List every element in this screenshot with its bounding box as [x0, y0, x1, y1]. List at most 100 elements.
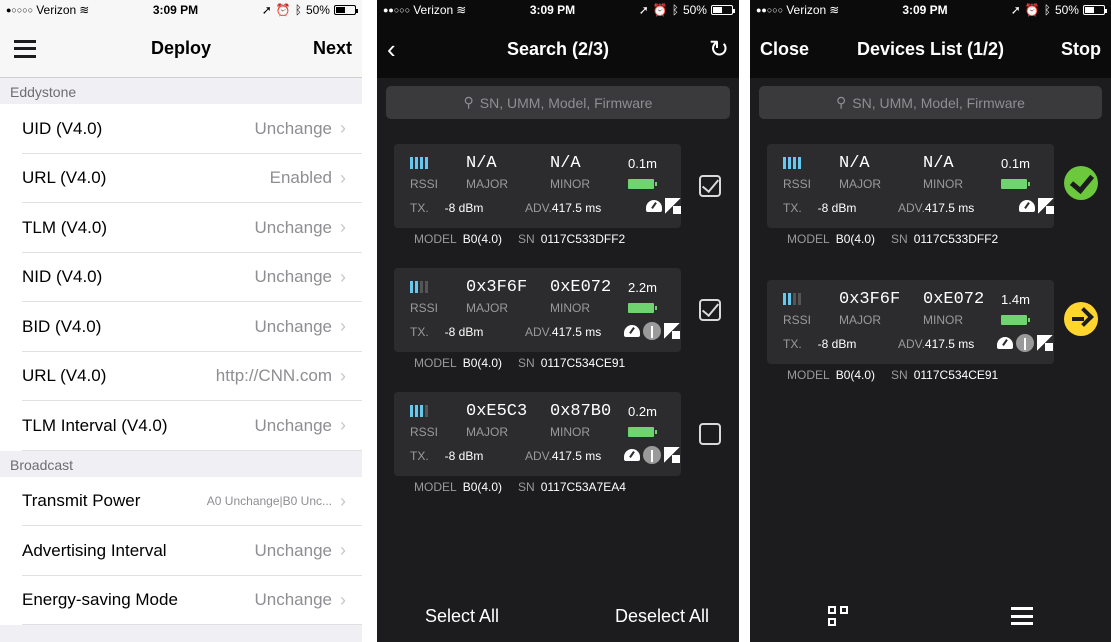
- adv-label: ADV.: [898, 201, 925, 215]
- row-label: TLM Interval (V4.0): [22, 415, 168, 435]
- battery-percent: 50%: [682, 3, 707, 17]
- row-value: A0 Unchange|B0 Unc...: [206, 494, 332, 509]
- tx-label: TX.: [410, 449, 429, 463]
- adv-label: ADV.: [525, 201, 552, 215]
- settings-row[interactable]: URL (V4.0) http://CNN.com ›: [0, 352, 362, 402]
- status-icons: [997, 334, 1053, 352]
- expand-icon: [1038, 198, 1054, 214]
- tx-power: TX. -8 dBm: [410, 201, 483, 215]
- model-value: B0(4.0): [462, 480, 503, 494]
- device-item[interactable]: 0xE5C3 0x87B0 0.2m RSSI MAJOR MINOR TX. -8 dBm A…: [394, 392, 734, 494]
- bottom-toolbar: [750, 590, 1111, 642]
- back-chevron-icon[interactable]: ‹: [387, 34, 396, 65]
- rssi-label: RSSI: [410, 301, 439, 315]
- adv-interval: ADV.417.5 ms: [525, 325, 601, 339]
- row-value: Unchange: [254, 415, 332, 435]
- tx-label: TX.: [410, 201, 429, 215]
- device-card: 0x3F6F 0xE072 1.4m RSSI MAJOR MINOR TX. -8 dBm A…: [767, 280, 1054, 364]
- search-input[interactable]: ⚲ SN, UMM, Model, Firmware: [759, 86, 1102, 119]
- device-item[interactable]: N/A N/A 0.1m RSSI MAJOR MINOR TX. -8 dBm ADV.417…: [394, 144, 734, 246]
- alarm-icon: ⏰: [275, 3, 291, 17]
- tx-label: TX.: [410, 325, 429, 339]
- row-label: URL (V4.0): [22, 366, 107, 386]
- sn-value: 0117C533DFF2: [540, 232, 626, 246]
- carrier-name: Verizon: [36, 3, 77, 17]
- bluetooth-icon: ᛒ: [294, 3, 302, 17]
- major-value: 0x3F6F: [839, 290, 901, 309]
- device-checkbox[interactable]: [699, 175, 721, 197]
- device-card: N/A N/A 0.1m RSSI MAJOR MINOR TX. -8 dBm ADV.417…: [394, 144, 681, 228]
- chevron-right-icon: ›: [340, 589, 346, 610]
- settings-row[interactable]: URL (V4.0) Enabled ›: [0, 154, 362, 204]
- expand-icon: [1037, 335, 1053, 351]
- status-icons: [624, 322, 680, 340]
- distance-value: 0.1m: [628, 156, 657, 171]
- settings-row[interactable]: NID (V4.0) Unchange ›: [0, 253, 362, 303]
- stop-button[interactable]: Stop: [1061, 39, 1101, 60]
- tx-power: TX. -8 dBm: [410, 325, 483, 339]
- battery-icon: [710, 5, 735, 15]
- close-button[interactable]: Close: [760, 39, 809, 60]
- search-screen: ●●○○○ Verizon ≋ 3:09 PM ➚ ⏰ ᛒ 50% ‹ Search (2…: [377, 0, 739, 642]
- bottom-toolbar: Select All Deselect All: [377, 590, 739, 642]
- settings-row[interactable]: Energy-saving Mode Unchange ›: [0, 576, 362, 626]
- settings-row[interactable]: Transmit Power A0 Unchange|B0 Unc... ›: [0, 477, 362, 527]
- adv-value: 417.5 ms: [551, 325, 602, 339]
- device-checkbox[interactable]: [699, 423, 721, 445]
- minor-label: MINOR: [923, 313, 963, 327]
- settings-row[interactable]: BID (V4.0) Unchange ›: [0, 302, 362, 352]
- search-icon: ⚲: [836, 94, 847, 110]
- tx-value: -8 dBm: [444, 201, 484, 215]
- search-input[interactable]: ⚲ SN, UMM, Model, Firmware: [386, 86, 730, 119]
- settings-row[interactable]: UID (V4.0) Unchange ›: [0, 104, 362, 154]
- minor-label: MINOR: [550, 177, 590, 191]
- distance-value: 1.4m: [1001, 292, 1030, 307]
- model-label: MODEL: [414, 480, 457, 494]
- adv-label: ADV.: [525, 325, 552, 339]
- settings-row[interactable]: Advertising Interval Unchange ›: [0, 526, 362, 576]
- sn-label: SN: [891, 232, 908, 246]
- select-all-button[interactable]: Select All: [425, 606, 499, 627]
- signal-strength-icon: [410, 281, 428, 293]
- device-meta: MODEL B0(4.0) SN 0117C533DFF2: [414, 232, 625, 246]
- major-label: MAJOR: [466, 301, 508, 315]
- wifi-icon: ≋: [79, 3, 90, 17]
- row-value: Enabled: [269, 168, 332, 188]
- settings-group: UID (V4.0) Unchange › URL (V4.0) Enabled › TLM…: [0, 104, 362, 451]
- model-value: B0(4.0): [462, 356, 503, 370]
- nav-bar: Close Devices List (1/2) Stop: [750, 20, 1111, 78]
- expand-icon: [664, 447, 680, 463]
- antenna-icon: [1016, 334, 1034, 352]
- gauge-icon: [646, 200, 662, 212]
- deselect-all-button[interactable]: Deselect All: [615, 606, 709, 627]
- menu-icon[interactable]: [1011, 607, 1033, 625]
- menu-icon[interactable]: [14, 39, 36, 58]
- settings-row[interactable]: TLM (V4.0) Unchange ›: [0, 203, 362, 253]
- major-value: N/A: [466, 154, 497, 173]
- device-checkbox[interactable]: [699, 299, 721, 321]
- settings-row[interactable]: TLM Interval (V4.0) Unchange ›: [0, 401, 362, 451]
- wifi-icon: ≋: [829, 3, 840, 17]
- location-icon: ➚: [261, 3, 272, 17]
- tx-power: TX. -8 dBm: [410, 449, 483, 463]
- device-item[interactable]: 0x3F6F 0xE072 1.4m RSSI MAJOR MINOR TX. -8 dBm A…: [767, 280, 1107, 382]
- row-value: http://CNN.com: [215, 366, 332, 386]
- antenna-icon: [643, 446, 661, 464]
- device-item[interactable]: N/A N/A 0.1m RSSI MAJOR MINOR TX. -8 dBm ADV.417…: [767, 144, 1107, 246]
- status-bar: ●○○○○ Verizon ≋ 3:09 PM ➚ ⏰ ᛒ 50%: [0, 0, 362, 20]
- next-button[interactable]: Next: [313, 38, 352, 59]
- status-bar: ●●○○○ Verizon ≋ 3:09 PM ➚ ⏰ ᛒ 50%: [377, 0, 739, 20]
- signal-strength-icon: [783, 157, 801, 169]
- refresh-icon[interactable]: ↻: [709, 35, 729, 64]
- search-placeholder: SN, UMM, Model, Firmware: [852, 94, 1025, 111]
- wifi-icon: ≋: [456, 3, 467, 17]
- tx-value: -8 dBm: [817, 201, 857, 215]
- minor-label: MINOR: [923, 177, 963, 191]
- chevron-right-icon: ›: [340, 365, 346, 386]
- adv-value: 417.5 ms: [551, 449, 602, 463]
- device-item[interactable]: 0x3F6F 0xE072 2.2m RSSI MAJOR MINOR TX. -8 dBm A…: [394, 268, 734, 370]
- adv-interval: ADV.417.5 ms: [898, 337, 974, 351]
- adv-value: 417.5 ms: [551, 201, 602, 215]
- qr-code-icon[interactable]: [828, 606, 848, 626]
- row-value: Unchange: [254, 217, 332, 237]
